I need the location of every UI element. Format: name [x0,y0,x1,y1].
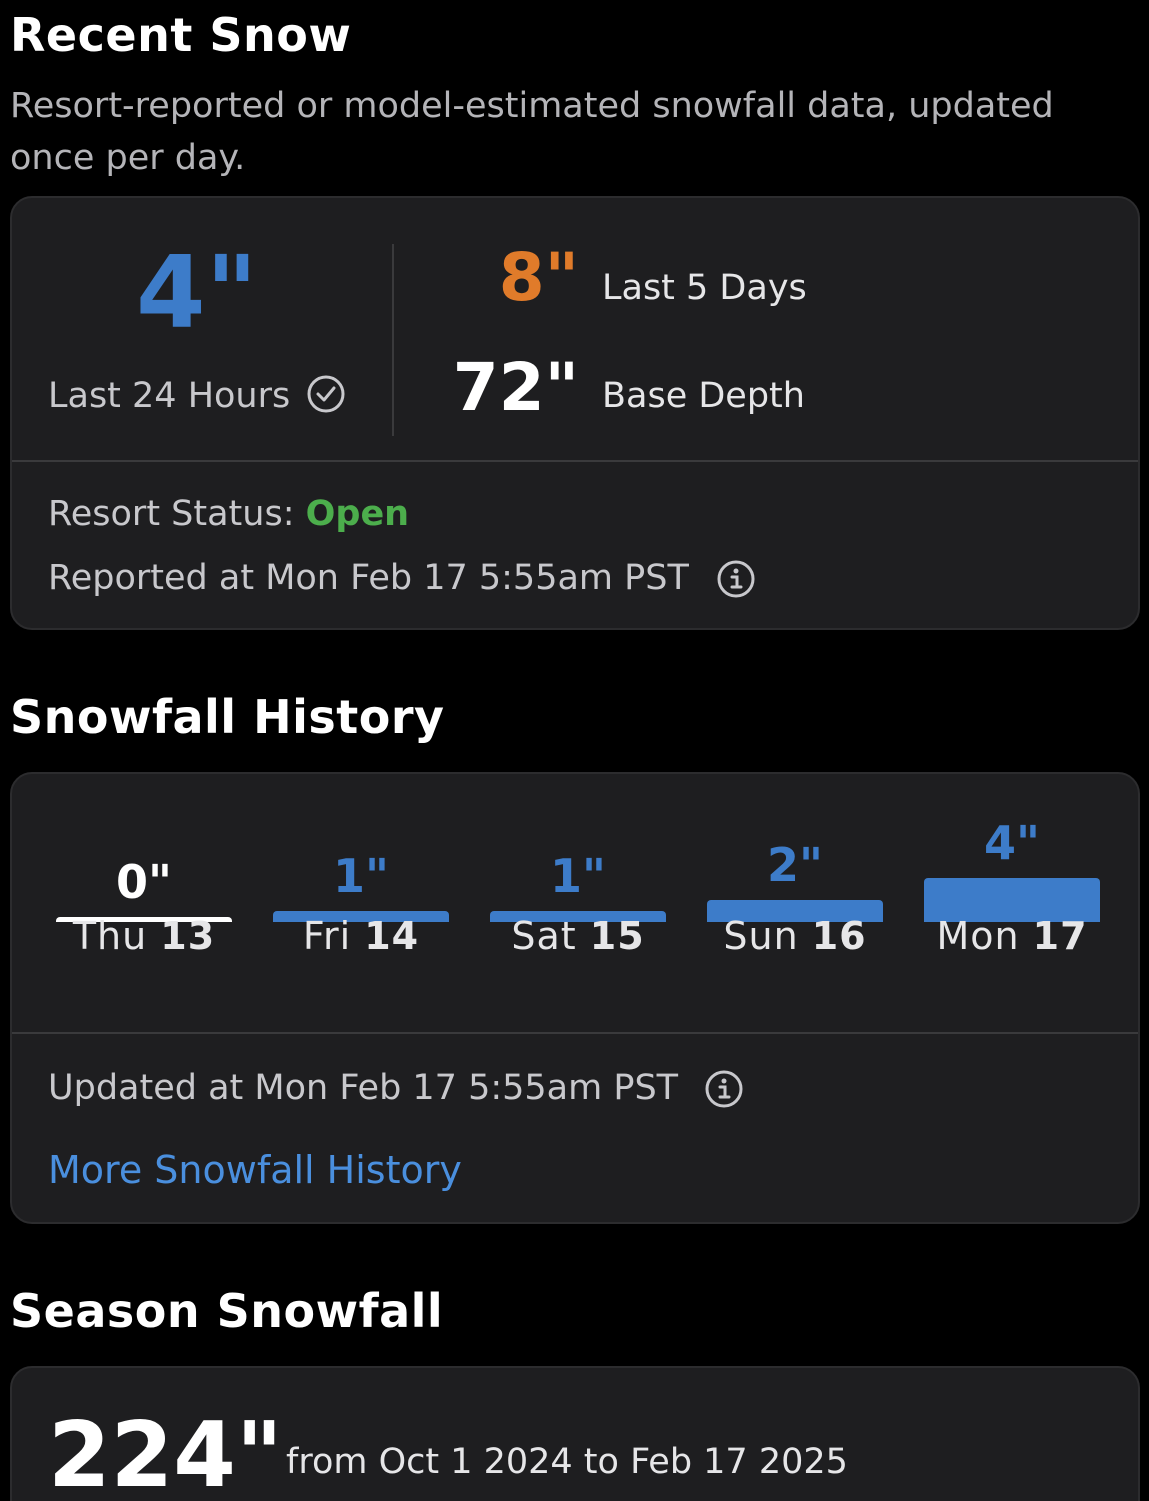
history-day-label: Mon 17 [936,914,1088,958]
season-card: 224" from Oct 1 2024 to Feb 17 2025 [10,1366,1140,1501]
season-title: Season Snowfall [10,1284,444,1338]
history-bar-value: 1" [333,849,389,903]
recent-snow-card: 4" Last 24 Hours 8" Last 5 Days 72" Base… [10,196,1140,630]
recent-snow-title: Recent Snow [10,8,352,62]
card-divider [12,460,1138,462]
history-day-label: Sat 15 [511,914,645,958]
history-day-label: Sun 16 [723,914,867,958]
season-value: 224" [48,1403,283,1501]
history-title: Snowfall History [10,690,445,744]
page: Recent Snow Resort-reported or model-est… [0,0,1149,1501]
history-bar-value: 4" [984,816,1040,870]
base-depth-value: 72" [452,349,579,426]
info-icon[interactable] [716,559,756,599]
history-day-sun: 2" Sun 16 [707,774,883,1004]
history-day-label: Thu 13 [72,914,216,958]
recent-snow-subtitle: Resort-reported or model-estimated snowf… [10,86,1054,178]
last5-value: 8" [498,239,579,316]
history-bar-value: 0" [116,855,172,909]
history-day-mon: 4" Mon 17 [924,774,1100,1004]
history-day-fri: 1" Fri 14 [273,774,449,1004]
last5-label: Last 5 Days [602,268,807,308]
history-bar-value: 2" [767,838,823,892]
last24-label: Last 24 Hours [48,376,291,416]
resort-status: Resort Status: Open [48,494,409,534]
updated-time: Updated at Mon Feb 17 5:55am PST [48,1068,679,1108]
history-day-label: Fri 14 [302,914,420,958]
history-day-thu: 0" Thu 13 [56,774,232,1004]
history-card: 0" Thu 13 1" Fri 14 1" Sat 15 2" Sun 16 4" Mon 17… [10,772,1140,1224]
info-icon[interactable] [704,1069,744,1109]
resort-status-label: Resort Status: [48,494,295,534]
season-range: from Oct 1 2024 to Feb 17 2025 [286,1442,848,1482]
history-day-sat: 1" Sat 15 [490,774,666,1004]
last24-value: 4" [136,234,258,351]
resort-status-value: Open [305,494,410,534]
history-bar-value: 1" [550,849,606,903]
stats-divider [392,244,394,436]
base-depth-label: Base Depth [602,376,805,416]
more-snowfall-history-link[interactable]: More Snowfall History [48,1148,462,1192]
history-divider [12,1032,1138,1034]
check-circle-icon[interactable] [306,374,346,414]
reported-time: Reported at Mon Feb 17 5:55am PST [48,558,689,598]
